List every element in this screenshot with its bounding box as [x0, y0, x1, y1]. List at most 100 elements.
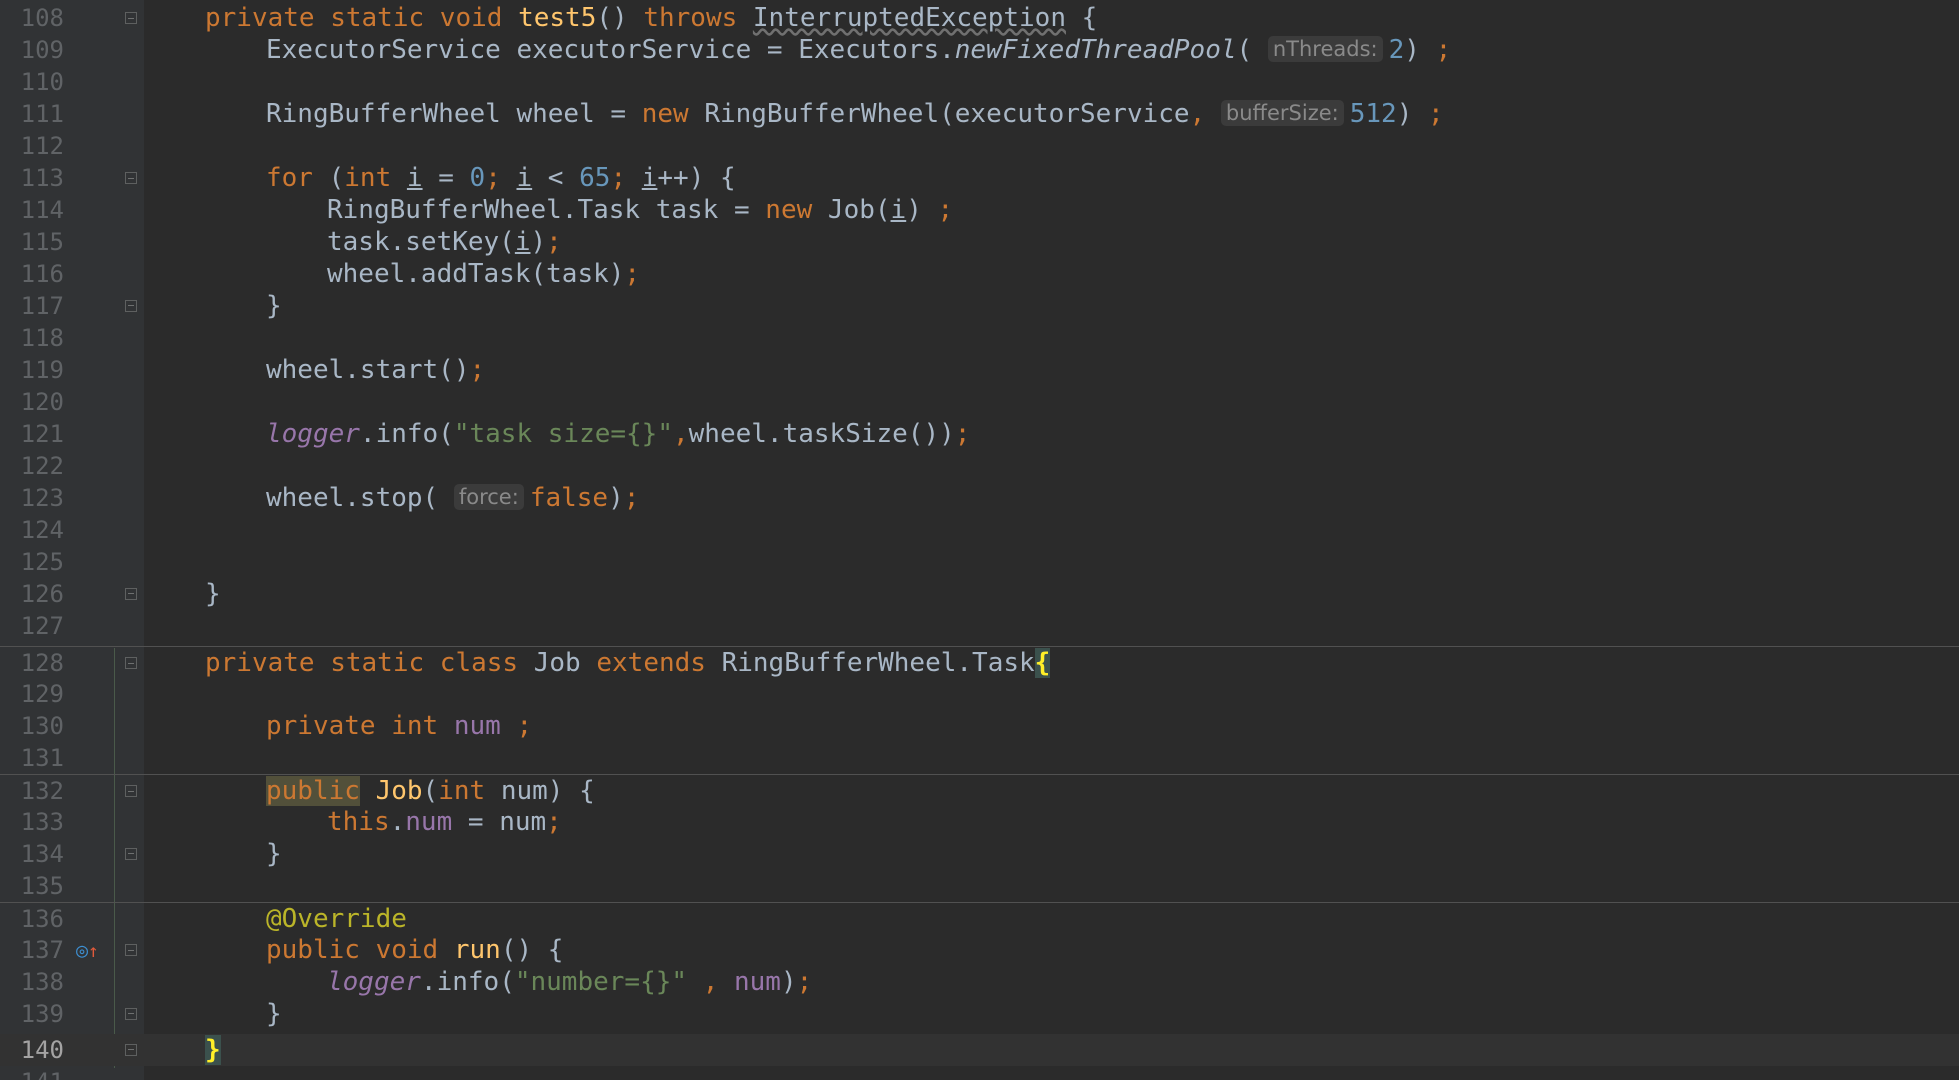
code-text: logger.info("number={}" , num);: [327, 967, 813, 997]
line-number: 117: [20, 292, 64, 320]
fold-end-icon[interactable]: [125, 1008, 137, 1020]
code-line-118[interactable]: 118: [0, 322, 1959, 354]
code-text: wheel.start();: [266, 355, 486, 385]
line-number: 133: [20, 808, 64, 836]
code-area[interactable]: 108 private static void test5() throws I…: [0, 0, 1959, 1080]
fold-end-icon[interactable]: [125, 1044, 137, 1056]
code-line-129[interactable]: 129: [0, 678, 1959, 710]
code-line-111[interactable]: 111 RingBufferWheel wheel = new RingBuff…: [0, 98, 1959, 130]
code-text: public void run() {: [266, 935, 564, 965]
line-number: 132: [20, 777, 64, 805]
fold-end-icon[interactable]: [125, 300, 137, 312]
parameter-hint: nThreads:: [1267, 36, 1383, 62]
code-text: RingBufferWheel wheel = new RingBufferWh…: [266, 99, 1444, 129]
fold-end-icon[interactable]: [125, 848, 137, 860]
line-number: 140: [20, 1036, 64, 1064]
code-line-121[interactable]: 121 logger.info("task size={}",wheel.tas…: [0, 418, 1959, 450]
line-number: 108: [20, 4, 64, 32]
code-line-112[interactable]: 112: [0, 130, 1959, 162]
line-number: 124: [20, 516, 64, 544]
line-number: 122: [20, 452, 64, 480]
line-number: 131: [20, 744, 64, 772]
code-editor[interactable]: 108 private static void test5() throws I…: [0, 0, 1959, 1080]
code-text: task.setKey(i);: [327, 227, 562, 257]
code-text: }: [266, 839, 282, 869]
code-line-114[interactable]: 114 RingBufferWheel.Task task = new Job(…: [0, 194, 1959, 226]
code-line-124[interactable]: 124: [0, 514, 1959, 546]
line-number: 114: [20, 196, 64, 224]
line-number: 119: [20, 356, 64, 384]
code-text: logger.info("task size={}",wheel.taskSiz…: [266, 419, 971, 449]
code-line-136[interactable]: 136 @Override: [0, 902, 1959, 934]
code-text: RingBufferWheel.Task task = new Job(i) ;: [327, 195, 954, 225]
code-line-135[interactable]: 135: [0, 870, 1959, 902]
line-number: 111: [20, 100, 64, 128]
code-line-127[interactable]: 127: [0, 610, 1959, 642]
line-number: 139: [20, 1000, 64, 1028]
code-line-137[interactable]: 137 ◎↑ public void run() {: [0, 934, 1959, 966]
code-line-122[interactable]: 122: [0, 450, 1959, 482]
line-number: 130: [20, 712, 64, 740]
line-number: 125: [20, 548, 64, 576]
code-line-132[interactable]: 132 public Job(int num) {: [0, 774, 1959, 806]
code-text: private int num ;: [266, 711, 533, 741]
line-number: 120: [20, 388, 64, 416]
line-number: 141: [8, 1066, 64, 1080]
code-line-115[interactable]: 115 task.setKey(i);: [0, 226, 1959, 258]
code-line-138[interactable]: 138 logger.info("number={}" , num);: [0, 966, 1959, 998]
code-line-130[interactable]: 130 private int num ;: [0, 710, 1959, 742]
code-text: for (int i = 0; i < 65; i++) {: [266, 163, 736, 193]
code-text: ExecutorService executorService = Execut…: [266, 35, 1452, 65]
line-number: 138: [20, 968, 64, 996]
code-line-123[interactable]: 123 wheel.stop( force: false);: [0, 482, 1959, 514]
code-text: }: [266, 291, 282, 321]
code-line-133[interactable]: 133 this.num = num;: [0, 806, 1959, 838]
line-number: 110: [20, 68, 64, 96]
fold-toggle-icon[interactable]: [125, 785, 137, 797]
code-line-116[interactable]: 116 wheel.addTask(task);: [0, 258, 1959, 290]
line-number: 126: [20, 580, 64, 608]
line-number: 116: [20, 260, 64, 288]
fold-toggle-icon[interactable]: [125, 944, 137, 956]
code-line-131[interactable]: 131: [0, 742, 1959, 774]
code-text: public Job(int num) {: [266, 776, 595, 806]
line-number: 109: [20, 36, 64, 64]
code-line-141[interactable]: 141: [0, 1066, 1959, 1080]
code-line-113[interactable]: 113 for (int i = 0; i < 65; i++) {: [0, 162, 1959, 194]
code-text: }: [205, 1034, 221, 1066]
code-text: private static class Job extends RingBuf…: [205, 648, 1051, 678]
line-number: 128: [20, 649, 64, 677]
code-line-109[interactable]: 109 ExecutorService executorService = Ex…: [0, 34, 1959, 66]
code-text: wheel.stop( force: false);: [266, 483, 640, 513]
code-line-125[interactable]: 125: [0, 546, 1959, 578]
code-line-120[interactable]: 120: [0, 386, 1959, 418]
code-line-126[interactable]: 126 }: [0, 578, 1959, 610]
code-text: private static void test5() throws Inter…: [205, 3, 1098, 33]
parameter-hint: bufferSize:: [1220, 100, 1344, 126]
code-line-140[interactable]: 140 }: [0, 1034, 1959, 1066]
code-line-119[interactable]: 119 wheel.start();: [0, 354, 1959, 386]
line-number: 136: [20, 905, 64, 933]
code-text: wheel.addTask(task);: [327, 259, 641, 289]
line-number: 121: [20, 420, 64, 448]
code-text: this.num = num;: [327, 807, 562, 837]
fold-end-icon[interactable]: [125, 588, 137, 600]
code-line-128[interactable]: 128 private static class Job extends Rin…: [0, 646, 1959, 678]
code-text: @Override: [266, 904, 407, 934]
line-number: 118: [20, 324, 64, 352]
matched-brace: {: [1034, 648, 1051, 678]
code-line-110[interactable]: 110: [0, 66, 1959, 98]
parameter-hint: force:: [453, 484, 524, 510]
line-number: 115: [20, 228, 64, 256]
code-line-139[interactable]: 139 }: [0, 998, 1959, 1030]
override-method-icon[interactable]: ◎↑: [76, 938, 99, 964]
code-line-108[interactable]: 108 private static void test5() throws I…: [0, 2, 1959, 34]
code-line-134[interactable]: 134 }: [0, 838, 1959, 870]
fold-toggle-icon[interactable]: [125, 12, 137, 24]
fold-toggle-icon[interactable]: [125, 172, 137, 184]
fold-toggle-icon[interactable]: [125, 657, 137, 669]
code-line-117[interactable]: 117 }: [0, 290, 1959, 322]
line-number: 129: [20, 680, 64, 708]
code-text: }: [205, 579, 221, 609]
code-text: }: [266, 999, 282, 1029]
